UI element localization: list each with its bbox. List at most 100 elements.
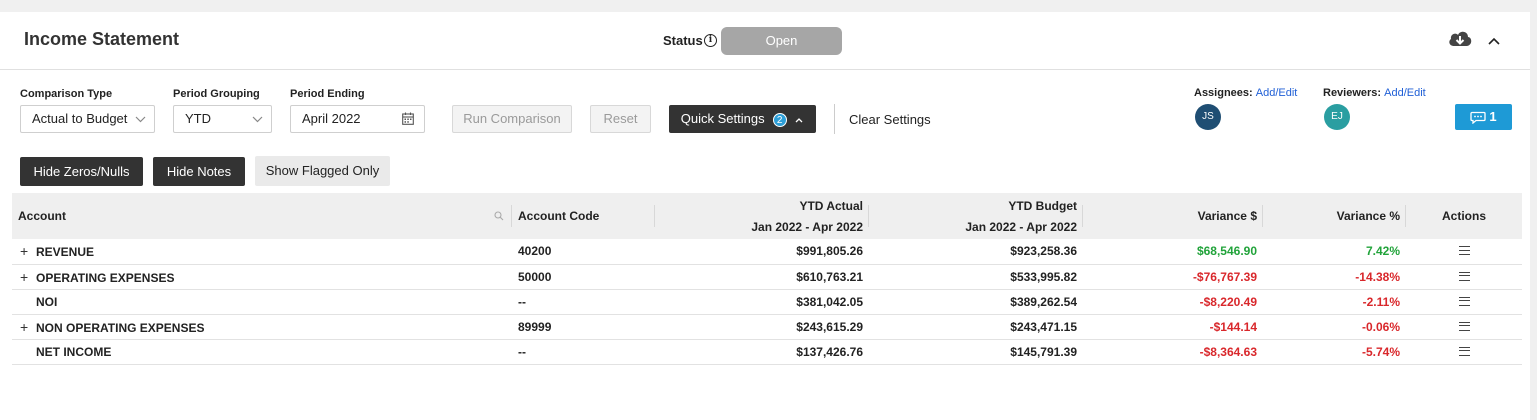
- search-icon[interactable]: [494, 211, 504, 221]
- ytd-budget-period: Jan 2022 - Apr 2022: [965, 219, 1077, 234]
- account-name: NET INCOME: [36, 344, 112, 359]
- account-name: NOI: [36, 294, 58, 309]
- ytd-actual-cell: $610,763.21: [655, 264, 869, 290]
- column-header-variance-pct[interactable]: Variance %: [1263, 193, 1406, 239]
- variance-dollar-cell: -$8,220.49: [1083, 289, 1263, 315]
- account-code-cell: 50000: [512, 264, 655, 290]
- period-ending-label: Period Ending: [290, 88, 365, 100]
- account-code-cell: 89999: [512, 314, 655, 340]
- account-cell: + REVENUE: [12, 239, 512, 265]
- info-icon[interactable]: i: [704, 34, 717, 47]
- comments-button[interactable]: 1: [1455, 104, 1512, 130]
- comparison-type-value: Actual to Budget: [32, 111, 128, 126]
- actions-cell: [1406, 339, 1522, 365]
- quick-settings-button[interactable]: Quick Settings 2: [669, 105, 816, 133]
- quick-settings-label: Quick Settings: [680, 111, 765, 126]
- variance-pct-cell: -0.06%: [1263, 314, 1406, 340]
- calendar-icon[interactable]: [402, 112, 414, 125]
- column-header-account[interactable]: Account: [12, 193, 512, 239]
- reviewers-add-edit-link[interactable]: Add/Edit: [1384, 87, 1426, 99]
- account-code-cell: --: [512, 339, 655, 365]
- variance-pct-cell: 7.42%: [1263, 239, 1406, 265]
- table-row[interactable]: + NON OPERATING EXPENSES 89999 $243,615.29 $…: [12, 314, 1522, 340]
- ytd-actual-title: YTD Actual: [799, 198, 863, 213]
- hide-zeros-button[interactable]: Hide Zeros/Nulls: [20, 157, 143, 186]
- panel-header: Income Statement Status i Open: [0, 12, 1530, 70]
- account-cell: NET INCOME: [12, 339, 512, 365]
- reviewers-label-text: Reviewers:: [1323, 87, 1382, 99]
- chat-icon: [1470, 111, 1487, 125]
- column-header-variance-dollar[interactable]: Variance $: [1083, 193, 1263, 239]
- period-grouping-value: YTD: [185, 111, 211, 126]
- account-code-cell: 40200: [512, 239, 655, 265]
- variance-pct-cell: -5.74%: [1263, 339, 1406, 365]
- comparison-type-label: Comparison Type: [20, 88, 113, 100]
- reset-button[interactable]: Reset: [590, 105, 651, 133]
- ytd-actual-cell: $137,426.76: [655, 339, 869, 365]
- column-header-ytd-budget[interactable]: YTD Budget Jan 2022 - Apr 2022: [869, 193, 1083, 239]
- menu-icon[interactable]: [1458, 321, 1470, 331]
- actions-cell: [1406, 239, 1522, 265]
- expand-icon[interactable]: +: [20, 243, 36, 259]
- show-flagged-button[interactable]: Show Flagged Only: [255, 156, 390, 186]
- table-row[interactable]: + REVENUE 40200 $991,805.26 $923,258.36 $68,5…: [12, 239, 1522, 265]
- menu-icon[interactable]: [1458, 346, 1470, 356]
- actions-cell: [1406, 314, 1522, 340]
- expand-icon[interactable]: +: [20, 319, 36, 335]
- ytd-actual-cell: $991,805.26: [655, 239, 869, 265]
- expand-icon[interactable]: +: [20, 269, 36, 285]
- column-header-actions: Actions: [1441, 209, 1486, 223]
- cloud-download-icon[interactable]: [1447, 29, 1473, 52]
- table-row[interactable]: + OPERATING EXPENSES 50000 $610,763.21 $533,…: [12, 264, 1522, 290]
- divider: [834, 104, 835, 134]
- chevron-up-icon[interactable]: [1487, 34, 1501, 51]
- variance-dollar-cell: -$144.14: [1083, 314, 1263, 340]
- variance-pct-cell: -2.11%: [1263, 289, 1406, 315]
- ytd-actual-cell: $243,615.29: [655, 314, 869, 340]
- run-comparison-button[interactable]: Run Comparison: [452, 105, 572, 133]
- ytd-budget-cell: $145,791.39: [869, 339, 1083, 365]
- chevron-up-icon: [795, 117, 803, 123]
- status-label: Status: [663, 33, 703, 48]
- period-grouping-label: Period Grouping: [173, 88, 260, 100]
- hide-notes-button[interactable]: Hide Notes: [153, 157, 245, 186]
- menu-icon[interactable]: [1458, 246, 1470, 256]
- variance-dollar-cell: -$76,767.39: [1083, 264, 1263, 290]
- page-title: Income Statement: [24, 29, 180, 49]
- ytd-actual-cell: $381,042.05: [655, 289, 869, 315]
- menu-icon[interactable]: [1458, 271, 1470, 281]
- assignees-label: Assignees: Add/Edit: [1194, 87, 1297, 99]
- quick-settings-count-badge: 2: [772, 112, 787, 127]
- actions-cell: [1406, 264, 1522, 290]
- period-grouping-select[interactable]: YTD: [173, 105, 272, 133]
- variance-dollar-cell: -$8,364.63: [1083, 339, 1263, 365]
- table-row[interactable]: NET INCOME -- $137,426.76 $145,791.39 -$8,36…: [12, 339, 1522, 365]
- clear-settings-link[interactable]: Clear Settings: [849, 112, 931, 127]
- table-row[interactable]: NOI -- $381,042.05 $389,262.54 -$8,220.49 -2.…: [12, 289, 1522, 315]
- period-ending-input[interactable]: April 2022: [290, 105, 425, 133]
- column-header-account-code[interactable]: Account Code: [512, 193, 655, 239]
- account-name: NON OPERATING EXPENSES: [36, 320, 205, 335]
- variance-pct-cell: -14.38%: [1263, 264, 1406, 290]
- ytd-budget-title: YTD Budget: [1008, 198, 1077, 213]
- ytd-budget-cell: $243,471.15: [869, 314, 1083, 340]
- comparison-type-select[interactable]: Actual to Budget: [20, 105, 155, 133]
- assignees-add-edit-link[interactable]: Add/Edit: [1256, 87, 1298, 99]
- account-cell: + NON OPERATING EXPENSES: [12, 314, 512, 340]
- account-name: REVENUE: [36, 245, 95, 260]
- account-code-cell: --: [512, 289, 655, 315]
- menu-icon[interactable]: [1458, 296, 1470, 306]
- variance-dollar-cell: $68,546.90: [1083, 239, 1263, 265]
- ytd-budget-cell: $533,995.82: [869, 264, 1083, 290]
- assignee-avatar[interactable]: JS: [1195, 104, 1221, 130]
- chevron-down-icon: [252, 116, 263, 123]
- income-statement-table: Account Account Code YTD Actual Jan 2022…: [12, 193, 1522, 365]
- reviewers-label: Reviewers: Add/Edit: [1323, 87, 1426, 99]
- ytd-budget-cell: $923,258.36: [869, 239, 1083, 265]
- period-ending-value: April 2022: [302, 111, 361, 126]
- reviewer-avatar[interactable]: EJ: [1324, 104, 1350, 130]
- comments-count: 1: [1489, 109, 1497, 124]
- status-badge[interactable]: Open: [721, 27, 842, 55]
- column-header-ytd-actual[interactable]: YTD Actual Jan 2022 - Apr 2022: [655, 193, 869, 239]
- chevron-down-icon: [135, 116, 146, 123]
